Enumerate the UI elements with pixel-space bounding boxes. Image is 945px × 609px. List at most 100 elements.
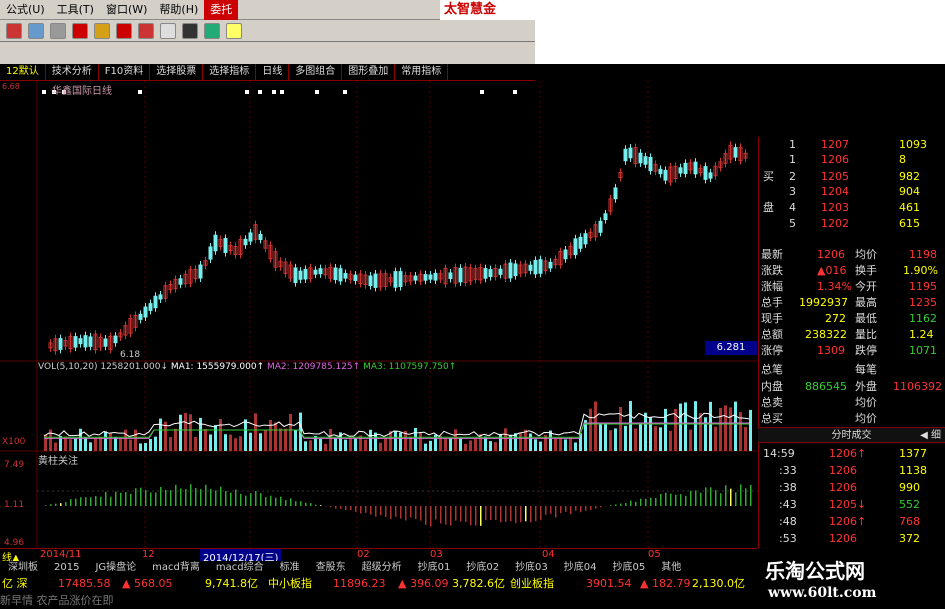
trade-row: :53 1206 372	[779, 532, 920, 545]
indicator-bar	[450, 506, 452, 526]
tab-select-stock[interactable]: 选择股票	[150, 64, 204, 80]
toolbar-icon-5[interactable]	[94, 22, 110, 39]
candle-body	[413, 275, 418, 281]
indicator-bar	[640, 498, 642, 506]
tab-daily[interactable]: 日线	[256, 64, 290, 80]
menu-tools[interactable]: 工具(T)	[51, 0, 100, 20]
news-ticker[interactable]: 新早情 农产品涨价在即	[0, 592, 758, 609]
indicator-bar	[195, 488, 197, 506]
toolbar-icon-8[interactable]	[160, 22, 176, 39]
candle-body	[533, 259, 538, 275]
volume-bar	[599, 422, 602, 451]
sector-tab[interactable]: 标准	[272, 561, 308, 575]
candle-body	[483, 268, 488, 279]
candle-body	[573, 238, 578, 256]
candle-body	[393, 271, 398, 288]
volume-bar	[234, 438, 237, 451]
indicator-bar	[710, 487, 712, 506]
toolbar-icon-6[interactable]	[116, 22, 132, 39]
volume-bar	[359, 435, 362, 451]
indicator-bar	[515, 506, 517, 524]
tab-default[interactable]: 12默认	[0, 64, 46, 80]
tab-common-indicators[interactable]: 常用指标	[395, 64, 449, 80]
indicator-bar	[575, 506, 577, 511]
candle-body	[693, 161, 698, 175]
toolbar-icon-1[interactable]	[6, 22, 22, 39]
sector-tab[interactable]: 深圳板	[0, 561, 46, 575]
toolbar	[0, 20, 535, 42]
indicator-bar	[130, 493, 132, 506]
sector-tab[interactable]: 2015	[46, 561, 87, 575]
volume-bar	[224, 434, 227, 451]
indicator-bar	[240, 493, 242, 506]
sector-tab[interactable]: 超级分析	[354, 561, 410, 575]
menu-window[interactable]: 窗口(W)	[100, 0, 153, 20]
indicator-axis-top: 7.49	[4, 460, 25, 470]
sector-tab[interactable]: 抄底02	[458, 561, 507, 575]
sector-tab[interactable]: macd综合	[208, 561, 272, 575]
candlestick-chart[interactable]: 6.68	[0, 81, 758, 551]
indicator-bar	[365, 506, 367, 513]
candle-body	[243, 238, 248, 246]
sector-tab[interactable]: 抄底04	[556, 561, 605, 575]
stat-row: 总卖 均价	[761, 396, 877, 409]
vol-value: 1258201.000↓	[100, 362, 169, 372]
candle-body	[643, 156, 648, 165]
detail-toggle-button[interactable]: ◀ 细	[920, 428, 941, 443]
help-cursor-icon[interactable]	[226, 22, 242, 39]
volume-bar	[719, 407, 722, 451]
indicator-bar	[175, 484, 177, 506]
sector-tab[interactable]: 抄底01	[410, 561, 459, 575]
toolbar-icon-9[interactable]	[182, 22, 198, 39]
volume-bar	[259, 433, 262, 451]
tab-overlay[interactable]: 图形叠加	[342, 64, 396, 80]
event-marker	[272, 90, 276, 94]
indicator-bar	[490, 506, 492, 521]
volume-bar	[749, 409, 752, 451]
volume-bar	[504, 428, 507, 451]
sector-tab[interactable]: 查股东	[308, 561, 354, 575]
tab-technical[interactable]: 技术分析	[46, 64, 99, 80]
volume-bar	[204, 429, 207, 451]
volume-bar	[384, 438, 387, 451]
volume-bar	[594, 401, 597, 451]
volume-bar	[379, 442, 382, 451]
candle-body	[248, 232, 253, 242]
candle-body	[298, 270, 303, 280]
toolbar-icon-3[interactable]	[50, 22, 66, 39]
toolbar-icon-7[interactable]	[138, 22, 154, 39]
tab-select-indicator[interactable]: 选择指标	[203, 64, 257, 80]
volume-bar	[74, 438, 77, 451]
sector-tab[interactable]: 抄底05	[605, 561, 654, 575]
sector-tab[interactable]: macd背离	[144, 561, 208, 575]
candle-body	[623, 148, 628, 162]
candle-body	[708, 172, 713, 179]
menu-formula[interactable]: 公式(U)	[0, 0, 51, 20]
indicator-bar	[700, 492, 702, 506]
indicator-bar	[675, 494, 677, 506]
volume-bar	[119, 437, 122, 451]
indicator-bar	[105, 491, 107, 506]
indicator-bar	[165, 489, 167, 506]
stat-row: 最新 1206 均价 1198	[761, 248, 937, 261]
candle-body	[733, 147, 738, 158]
indicator-bar	[375, 506, 377, 517]
tab-f10[interactable]: F10资料	[99, 64, 151, 80]
volume-bar	[744, 427, 747, 451]
menu-help[interactable]: 帮助(H)	[153, 0, 204, 20]
sector-tab[interactable]: JG操盘论	[87, 561, 144, 575]
stat-row: 内盘 886545 外盘 1106392	[761, 380, 942, 393]
ma3-value: MA3: 1107597.750↑	[363, 362, 457, 372]
toolbar-icon-4[interactable]	[72, 22, 88, 39]
tab-multi-chart[interactable]: 多图组合	[289, 64, 343, 80]
candle-body	[88, 336, 93, 347]
event-marker	[42, 90, 46, 94]
sector-tab[interactable]: 抄底03	[507, 561, 556, 575]
toolbar-icon-2[interactable]	[28, 22, 44, 39]
event-marker	[280, 90, 284, 94]
candle-body	[213, 234, 218, 252]
sector-tab[interactable]: 其他	[653, 561, 689, 575]
toolbar-icon-10[interactable]	[204, 22, 220, 39]
menu-trade[interactable]: 委托	[204, 0, 239, 20]
triangle-left-icon: ◀	[920, 430, 928, 441]
